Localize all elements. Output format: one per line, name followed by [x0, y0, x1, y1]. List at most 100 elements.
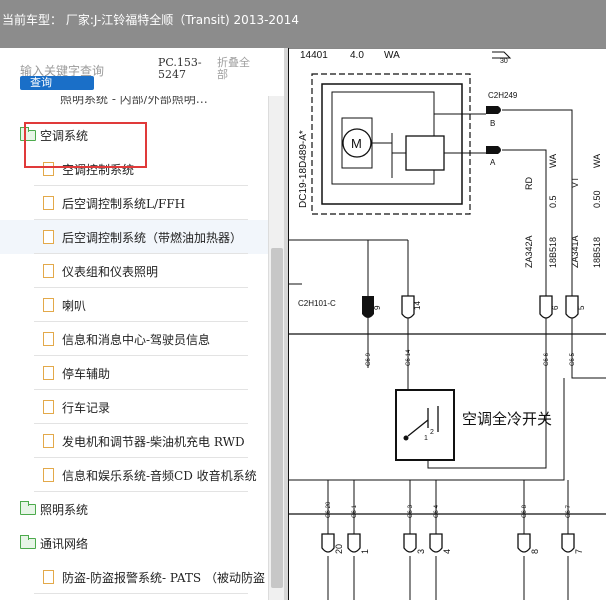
pin-ref: C6-8 — [522, 504, 528, 518]
scrollbar-thumb[interactable] — [271, 248, 283, 588]
tree-panel: 照明系统 - 内部/外部照明… 空调系统 空调控制系统 后空调控制系统L/FFH… — [0, 96, 268, 600]
tree-item-label: 照明系统 — [40, 503, 89, 517]
document-icon — [43, 196, 54, 210]
pin-number: 3 — [416, 549, 426, 554]
pin-label: B — [490, 119, 495, 128]
tree-item-partial[interactable]: 照明系统 - 内部/外部照明… — [0, 96, 268, 108]
pin-number: 7 — [574, 549, 584, 554]
search-button[interactable]: 查询 — [20, 76, 94, 90]
tree-item-selected[interactable]: 后空调控制系统（带燃油加热器） — [0, 220, 268, 254]
wire-harness: 18B518 — [592, 237, 602, 268]
wire-vt — [502, 109, 573, 296]
document-icon — [43, 298, 54, 312]
diagram-top-label: WA — [384, 50, 400, 61]
wire-harness: 18B518 — [548, 237, 558, 268]
folder-icon — [20, 501, 36, 515]
tree-item[interactable]: 发电机和调节器-柴油机充电 RWD — [0, 424, 268, 458]
tree-item-label: 喇叭 — [62, 299, 87, 313]
diagram-top-label: 14401 — [300, 50, 328, 61]
wire-type: WA — [548, 154, 558, 168]
tree-item[interactable]: 信息和娱乐系统-音频CD 收音机系统 — [0, 458, 268, 492]
pin-ref: C6-3 — [408, 504, 414, 518]
tree-item-label: 信息和消息中心-驾驶员信息 — [62, 333, 211, 347]
switch-pin: 2 — [430, 429, 434, 436]
document-icon — [43, 264, 54, 278]
document-icon — [43, 468, 54, 482]
pin-ref: C6-9 — [366, 352, 372, 366]
pin-ref: C6-6 — [544, 352, 550, 366]
diagram-top-label: 30 — [500, 58, 508, 65]
tree-item[interactable]: 信息和消息中心-驾驶员信息 — [0, 322, 268, 356]
connector-pin — [561, 533, 575, 553]
collapse-all-button[interactable]: 折叠全部 — [217, 57, 257, 81]
wire-circuit: ZA341A — [570, 235, 580, 268]
diagram-top-label: 4.0 — [350, 50, 364, 61]
title-bar: 当前车型： 厂家:J-江铃福特全顺（Transit) 2013-2014 — [0, 0, 606, 48]
connector-label: C2H249 — [488, 91, 518, 100]
tree-item[interactable]: 停车辅助 — [0, 356, 268, 390]
connector-pin — [429, 533, 443, 553]
switch-terminal — [403, 435, 409, 441]
control-module — [405, 135, 445, 171]
pin-ref: C6-14 — [406, 349, 412, 366]
tree-item-label: 后空调控制系统（带燃油加热器） — [62, 231, 243, 245]
wire-gauge: 0.50 — [592, 190, 602, 208]
tree-item-label: 通讯网络 — [40, 537, 89, 551]
connector-pin — [347, 533, 361, 553]
tree-item[interactable]: 后空调控制系统L/FFH — [0, 186, 268, 220]
wiring-diagram: 14401 4.0 WA 30 M DC19-18D489-A* C2H249 … — [288, 48, 606, 600]
pin-ref: C6-5 — [570, 352, 576, 366]
pin-number: 9 — [373, 305, 382, 310]
pin-ref: C6-7 — [566, 504, 572, 518]
wire — [571, 368, 606, 379]
document-icon — [43, 366, 54, 380]
wire-circuit: ZA342A — [524, 235, 534, 268]
switch-box — [395, 389, 455, 461]
tree-item[interactable]: 喇叭 — [0, 288, 268, 322]
document-code: PC.153-5247 — [158, 57, 206, 81]
wire-color: VT — [570, 176, 580, 188]
tree-folder-network[interactable]: 通讯网络 — [0, 526, 268, 560]
collapse-all-label: 折叠全部 — [217, 56, 250, 81]
document-code-text: PC.153-5247 — [158, 56, 202, 81]
tree-item-label: 行车记录 — [62, 401, 111, 415]
wire-type: WA — [592, 154, 602, 168]
tree-item-label: 后空调控制系统L/FFH — [62, 197, 186, 211]
tree-item[interactable]: 防盗-防盗报警系统- PATS （被动防盗 — [0, 560, 268, 594]
pin-number: 14 — [413, 301, 422, 310]
pin-number: 4 — [442, 549, 452, 554]
folder-icon — [20, 535, 36, 549]
pin-number: 20 — [334, 544, 344, 554]
tree-scrollbar[interactable] — [268, 96, 284, 600]
pin-number: 8 — [530, 549, 540, 554]
tree-item[interactable]: 行车记录 — [0, 390, 268, 424]
tree-item-label: 照明系统 - 内部/外部照明… — [60, 96, 208, 106]
document-icon — [43, 434, 54, 448]
connector-pin — [517, 533, 531, 553]
motor-symbol: M — [351, 136, 362, 151]
pin-ref: C6-1 — [352, 504, 358, 518]
pin-number: 1 — [360, 549, 370, 554]
tree-folder-lighting[interactable]: 照明系统 — [0, 492, 268, 526]
divider — [34, 593, 248, 594]
tree-item-label: 信息和娱乐系统-音频CD 收音机系统 — [62, 469, 257, 483]
tree-item-label: 防盗-防盗报警系统- PATS （被动防盗 — [62, 571, 265, 585]
document-icon — [43, 400, 54, 414]
pin-number: 6 — [551, 305, 560, 310]
document-icon — [43, 230, 54, 244]
connector-pin — [486, 146, 501, 154]
vehicle-model-title: 当前车型： 厂家:J-江铃福特全顺（Transit) 2013-2014 — [2, 13, 299, 27]
tree-item-label: 停车辅助 — [62, 367, 111, 381]
switch-label: 空调全冷开关 — [462, 410, 552, 428]
connector-label: C2H101-C — [298, 299, 336, 308]
wire-rd — [502, 149, 547, 296]
tree-item-label: 仪表组和仪表照明 — [62, 265, 159, 279]
connector-pin — [403, 533, 417, 553]
pin-number: 5 — [577, 305, 586, 310]
component-outline — [311, 73, 471, 215]
pin-ref: C6-4 — [434, 504, 440, 518]
wire-color: RD — [524, 177, 534, 190]
connector-pin — [321, 533, 335, 553]
tree-item[interactable]: 仪表组和仪表照明 — [0, 254, 268, 288]
switch-pin: 1 — [424, 435, 428, 442]
